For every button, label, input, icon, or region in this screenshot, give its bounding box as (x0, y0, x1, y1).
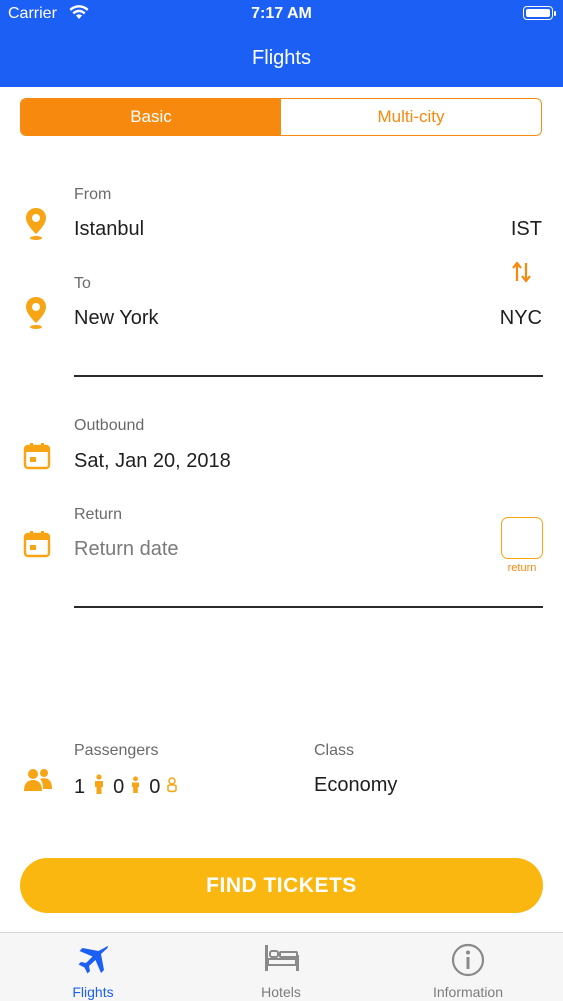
from-airport-code: IST (510, 218, 542, 240)
info-icon (451, 943, 485, 977)
outbound-label: Outbound (74, 417, 145, 434)
calendar-icon (23, 530, 51, 563)
location-pin-icon (24, 296, 48, 335)
page-title: Flights (252, 47, 311, 69)
bed-icon (265, 945, 299, 971)
infant-icon (166, 776, 178, 799)
calendar-icon (23, 442, 51, 475)
tab-flights-label: Flights (72, 984, 114, 1000)
clock: 7:17 AM (251, 5, 312, 22)
children-count: 0 (113, 775, 125, 798)
infants-count: 0 (149, 775, 161, 798)
return-checkbox-label: return (507, 562, 537, 574)
segment-multi-city[interactable]: Multi-city (281, 99, 541, 135)
passengers-field[interactable]: 1 0 0 (74, 774, 178, 800)
trip-type-segmented-control: Basic Multi-city (20, 98, 542, 136)
return-date-field[interactable]: Return date (74, 538, 179, 561)
location-pin-icon (24, 207, 48, 246)
adult-icon (93, 774, 105, 800)
find-tickets-button[interactable]: FIND TICKETS (20, 858, 543, 913)
class-label: Class (314, 742, 355, 759)
tab-hotels-label: Hotels (261, 984, 301, 1000)
adults-count: 1 (74, 775, 86, 798)
child-icon (130, 775, 141, 799)
passengers-label: Passengers (74, 742, 159, 759)
status-bar: Carrier 7:17 AM (0, 0, 563, 30)
class-field[interactable]: Economy (314, 774, 397, 797)
return-checkbox[interactable] (501, 517, 543, 559)
swap-icon[interactable] (510, 259, 534, 290)
tab-flights[interactable]: Flights (33, 933, 153, 1001)
tab-information-label: Information (432, 984, 504, 1000)
tab-information[interactable]: Information (408, 933, 528, 1001)
battery-icon (523, 6, 556, 20)
airplane-icon (78, 946, 108, 974)
nav-header: Carrier 7:17 AM Flights (0, 0, 563, 87)
segment-basic[interactable]: Basic (21, 99, 281, 135)
outbound-date-field[interactable]: Sat, Jan 20, 2018 (74, 450, 231, 473)
divider (74, 375, 543, 377)
divider (74, 606, 543, 608)
passengers-icon (24, 767, 52, 798)
from-label: From (74, 186, 112, 203)
to-label: To (74, 275, 91, 292)
return-label: Return (74, 506, 123, 523)
tab-bar: Flights Hotels Information (0, 932, 563, 1001)
to-city-field[interactable]: New York (74, 307, 159, 330)
from-city-field[interactable]: Istanbul (74, 218, 144, 241)
to-airport-code: NYC (499, 307, 542, 329)
tab-hotels[interactable]: Hotels (221, 933, 341, 1001)
